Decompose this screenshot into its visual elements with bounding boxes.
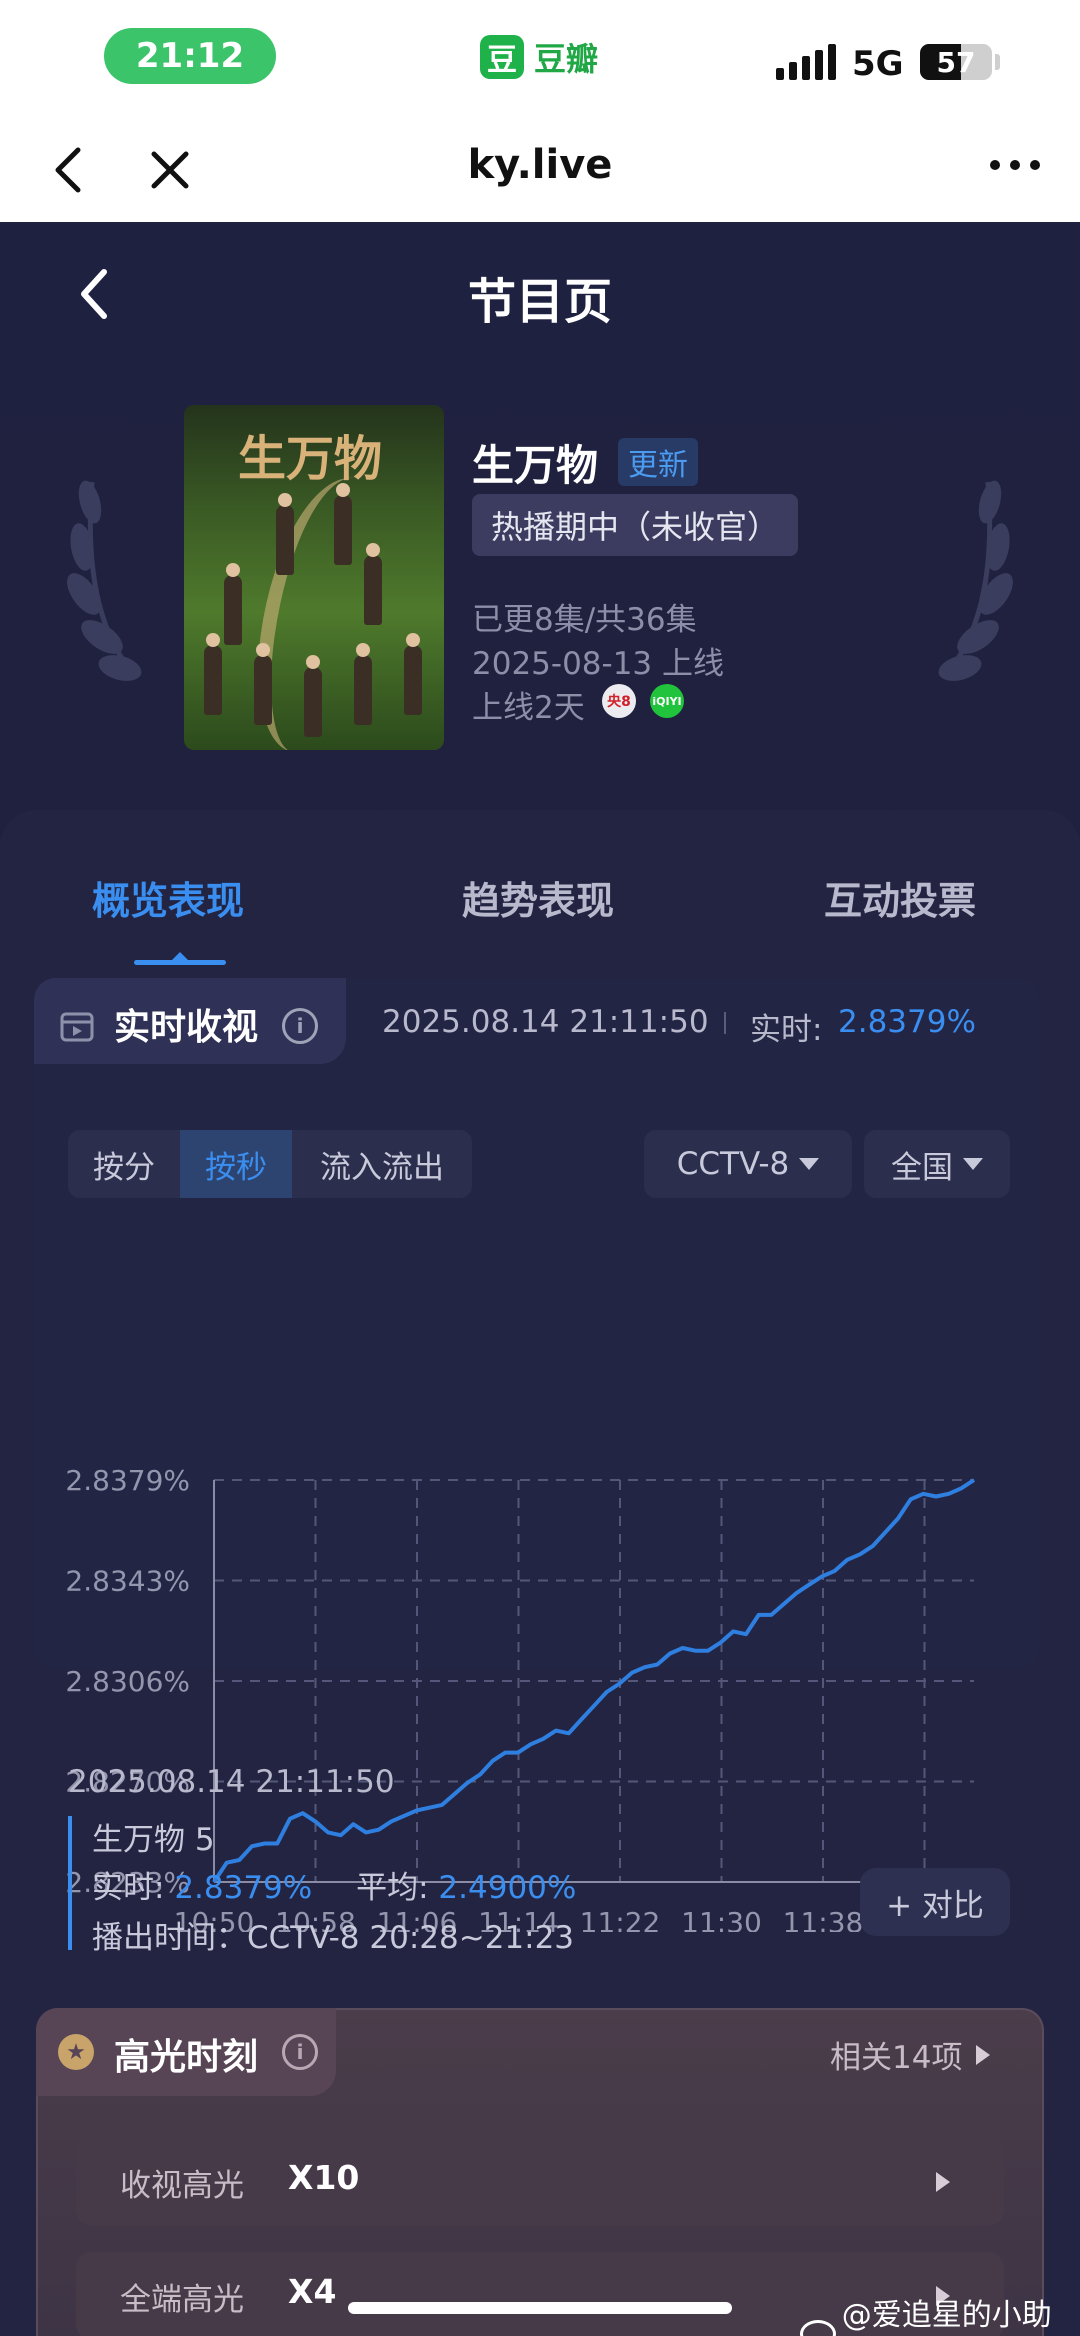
- home-indicator[interactable]: [348, 2302, 732, 2314]
- days-online: 上线2天: [472, 690, 585, 726]
- browser-bar: ky.live: [0, 120, 1080, 222]
- status-time: 21:12: [104, 28, 276, 84]
- realtime-label: 实时收视: [114, 1007, 259, 1048]
- episode-count: 已更8集/共36集: [472, 602, 697, 638]
- cctv8-icon: 央8: [602, 684, 636, 718]
- show-name: 生万物: [472, 441, 599, 490]
- region-value: 全国: [891, 1149, 953, 1186]
- battery-percent: 57: [936, 45, 976, 79]
- y-tick-label: 2.8379%: [65, 1464, 190, 1497]
- summary-avg-label: 平均:: [356, 1870, 429, 1906]
- iqiyi-icon: iQIYI: [650, 684, 684, 718]
- y-tick-label: 2.8306%: [65, 1665, 190, 1698]
- broadcast-status: 热播期中（未收官）: [472, 494, 798, 556]
- browser-title: ky.live: [467, 142, 613, 188]
- highlights-title: 高光时刻: [114, 2037, 259, 2078]
- airtime: 播出时间：CCTV-8 20:28~21:23: [92, 1920, 575, 1956]
- calendar-icon: [60, 1012, 94, 1042]
- laurel-right-icon: [938, 480, 1013, 681]
- play-arrow-icon: [936, 2172, 950, 2192]
- series-name: 生万物 5: [92, 1822, 215, 1858]
- realtime-timestamp: 2025.08.14 21:11:50: [382, 1004, 709, 1040]
- battery-tip: [995, 54, 1000, 70]
- douban-logo-icon: 豆: [480, 35, 524, 79]
- status-bar: 21:12 豆 豆瓣 5G 57: [0, 0, 1080, 120]
- show-poster[interactable]: 生万物: [184, 405, 444, 750]
- highlight-label: 收视高光: [120, 2168, 244, 2204]
- play-arrow-icon: [976, 2044, 991, 2065]
- chevron-down-icon: [963, 1158, 983, 1170]
- channel-dropdown[interactable]: CCTV-8: [644, 1130, 852, 1198]
- summary-avg-value: 2.4900%: [438, 1870, 577, 1906]
- info-icon[interactable]: i: [282, 1008, 318, 1044]
- signal-icon: [776, 44, 836, 80]
- x-tick-label: 11:38: [783, 1906, 864, 1932]
- laurel-left-icon: [67, 480, 142, 681]
- seg-by-second[interactable]: 按秒: [180, 1130, 292, 1198]
- watermark-text: @爱追星的小助理: [841, 2298, 1052, 2333]
- tab-vote[interactable]: 互动投票: [824, 870, 976, 925]
- more-icon[interactable]: [990, 160, 1040, 170]
- program-page: 节目页 生万物 生万物 更新 热播期中（未收官） 已更8集/共36集 2025-…: [0, 222, 1080, 2336]
- highlight-value: X4: [288, 2272, 337, 2311]
- tab-indicator: [134, 952, 226, 965]
- seg-flow[interactable]: 流入流出: [292, 1130, 472, 1198]
- summary-timestamp: 2025.08.14 21:11:50: [68, 1764, 395, 1800]
- seg-by-minute[interactable]: 按分: [68, 1130, 180, 1198]
- x-tick-label: 11:30: [681, 1906, 762, 1932]
- y-tick-label: 2.8343%: [65, 1565, 190, 1598]
- separator: [724, 1012, 726, 1034]
- compare-button[interactable]: + 对比: [860, 1868, 1010, 1936]
- update-badge: 更新: [618, 438, 698, 486]
- highlights-related-link[interactable]: 相关14项: [830, 2032, 991, 2077]
- region-dropdown[interactable]: 全国: [864, 1130, 1010, 1198]
- app-name: 豆瓣: [534, 40, 599, 78]
- summary-current-value: 2.8379%: [174, 1870, 313, 1906]
- watermark: @爱追星的小助理: [800, 2290, 1080, 2336]
- channel-value: CCTV-8: [676, 1146, 790, 1182]
- summary-values: 实时: 2.8379% 平均: 2.4900%: [92, 1862, 576, 1907]
- realtime-current-value: 2.8379%: [838, 1004, 976, 1040]
- battery-icon: 57: [920, 44, 992, 80]
- series-color-bar: [68, 1816, 72, 1950]
- app-indicator[interactable]: 豆 豆瓣: [480, 34, 598, 80]
- realtime-current-label: 实时:: [750, 1012, 823, 1048]
- premiere-date: 2025-08-13 上线: [472, 646, 725, 682]
- highlight-row[interactable]: 收视高光 X10: [76, 2138, 1004, 2226]
- highlights-related: 相关14项: [830, 2040, 963, 2076]
- chevron-down-icon: [799, 1158, 820, 1170]
- summary-current-label: 实时:: [92, 1870, 165, 1906]
- highlight-label: 全端高光: [120, 2282, 244, 2318]
- tab-overview[interactable]: 概览表现: [92, 870, 244, 925]
- info-icon[interactable]: i: [282, 2034, 318, 2070]
- granularity-segment: 按分 按秒 流入流出: [68, 1130, 472, 1198]
- x-tick-label: 11:22: [580, 1906, 661, 1932]
- star-icon: ★: [58, 2034, 94, 2070]
- tab-trend[interactable]: 趋势表现: [462, 870, 614, 925]
- highlight-value: X10: [288, 2158, 360, 2197]
- network-type: 5G: [852, 44, 904, 84]
- page-title: 节目页: [467, 274, 612, 330]
- weibo-icon: [800, 2320, 836, 2336]
